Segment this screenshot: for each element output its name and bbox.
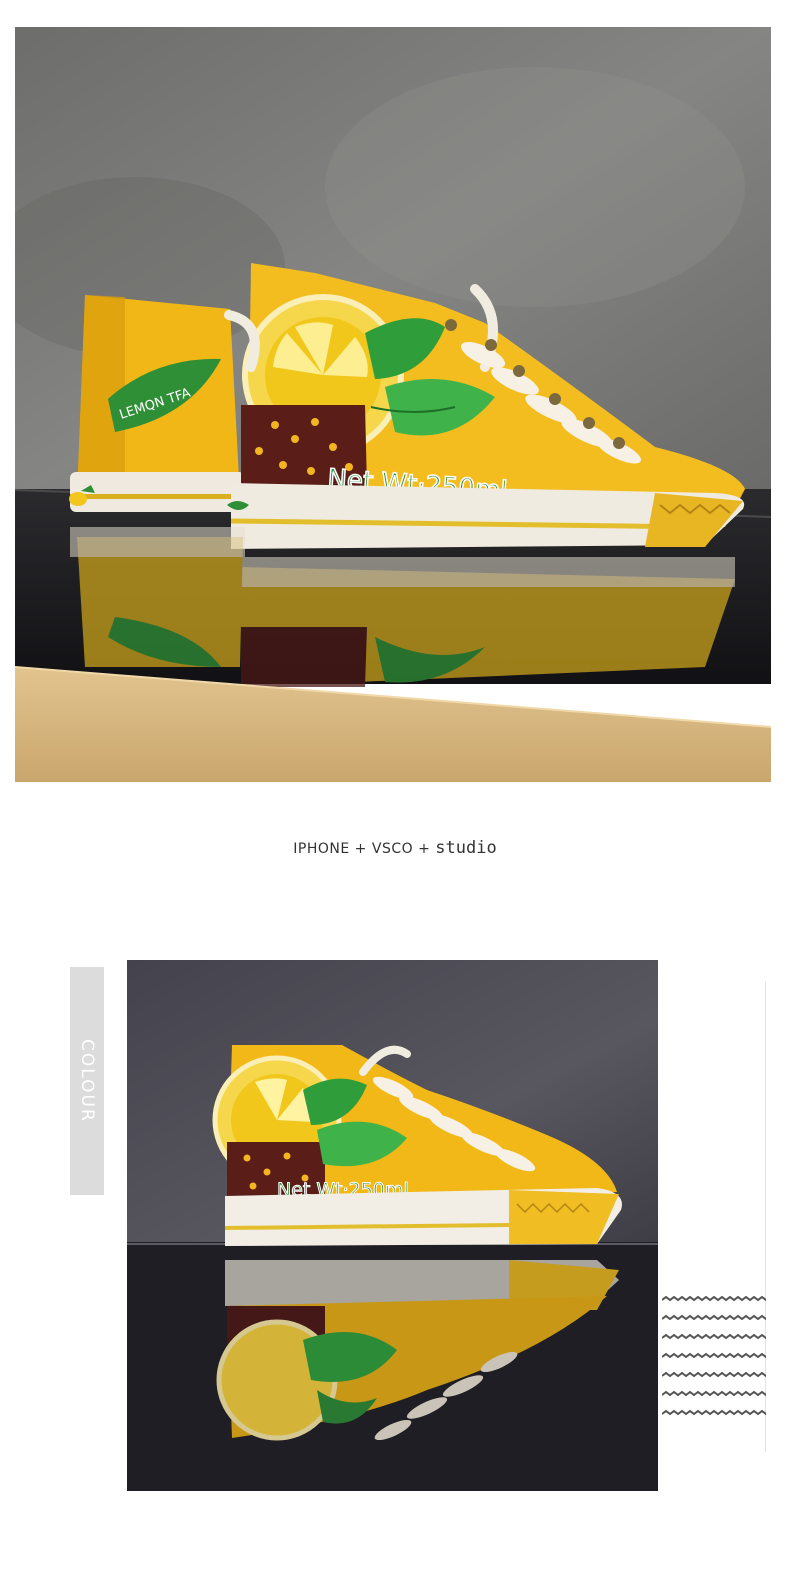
wave-line: [661, 1371, 775, 1378]
wave-line: [661, 1295, 775, 1302]
decor-wave-lines: [661, 1292, 775, 1427]
caption-camera-text: IPHONE + VSCO +: [293, 841, 436, 857]
wave-line: [661, 1390, 775, 1397]
side-view-photo: Net Wt·250ml: [127, 960, 658, 1491]
wave-line: [661, 1314, 775, 1321]
side-view-scene: Net Wt·250ml: [127, 960, 658, 1491]
hero-photo: LEMQN TFA Net Wt·250ml: [15, 27, 771, 782]
colour-tag-label: COLOUR: [77, 1039, 97, 1123]
back-shoe: LEMQN TFA: [69, 295, 245, 512]
wave-line: [661, 1352, 775, 1359]
photo-caption: IPHONE + VSCO + studio: [0, 838, 790, 858]
wave-line: [661, 1409, 775, 1416]
wave-lines-graphic: [661, 1295, 775, 1416]
hero-scene: LEMQN TFA Net Wt·250ml: [15, 27, 771, 782]
wave-line: [661, 1333, 775, 1340]
wood-ledge: [15, 667, 771, 782]
caption-studio-text: studio: [435, 838, 497, 858]
